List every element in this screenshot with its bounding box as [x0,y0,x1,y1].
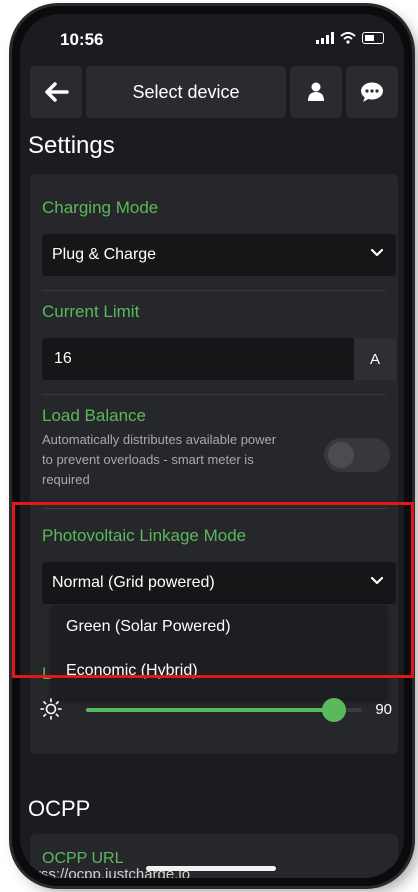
user-icon [308,82,324,101]
chevron-down-icon [370,248,384,257]
divider [42,290,386,291]
charging-mode-select[interactable]: Plug & Charge [42,234,396,276]
current-limit-value: 16 [54,350,72,367]
home-indicator [146,866,276,871]
highlight-box [12,502,414,678]
signal-icon [316,32,334,44]
load-balance-toggle[interactable] [324,438,390,472]
load-balance-label: Load Balance [42,406,146,425]
status-bar: 10:56 [20,14,404,54]
divider [42,394,386,395]
chat-button[interactable] [346,66,398,118]
chat-icon [361,82,383,102]
brightness-value: 90 [375,701,392,718]
ocpp-heading: OCPP [28,796,91,821]
top-bar: Select device [30,66,398,118]
app-screen: 10:56 Select device Settings Charging Mo… [20,14,404,878]
phone-frame: 10:56 Select device Settings Charging Mo… [12,6,412,886]
status-icons [316,32,384,44]
settings-heading: Settings [28,132,115,159]
brightness-slider[interactable] [86,698,362,722]
charging-mode-label: Charging Mode [42,198,159,217]
current-unit: A [354,338,396,380]
current-limit-input[interactable]: 16 A [42,338,396,380]
current-limit-label: Current Limit [42,302,140,321]
toggle-knob [328,442,354,468]
sun-icon [40,698,62,720]
slider-fill [86,708,335,712]
user-button[interactable] [290,66,342,118]
select-device-button[interactable]: Select device [86,66,286,118]
arrow-left-icon [45,82,69,102]
status-time: 10:56 [60,30,104,49]
battery-icon [362,32,384,44]
back-button[interactable] [30,66,82,118]
wifi-icon [340,32,356,44]
charging-mode-value: Plug & Charge [52,246,157,263]
slider-thumb[interactable] [322,698,347,722]
brightness-slider-row: 90 [30,692,398,732]
load-balance-description: Automatically distributes available powe… [42,432,277,487]
